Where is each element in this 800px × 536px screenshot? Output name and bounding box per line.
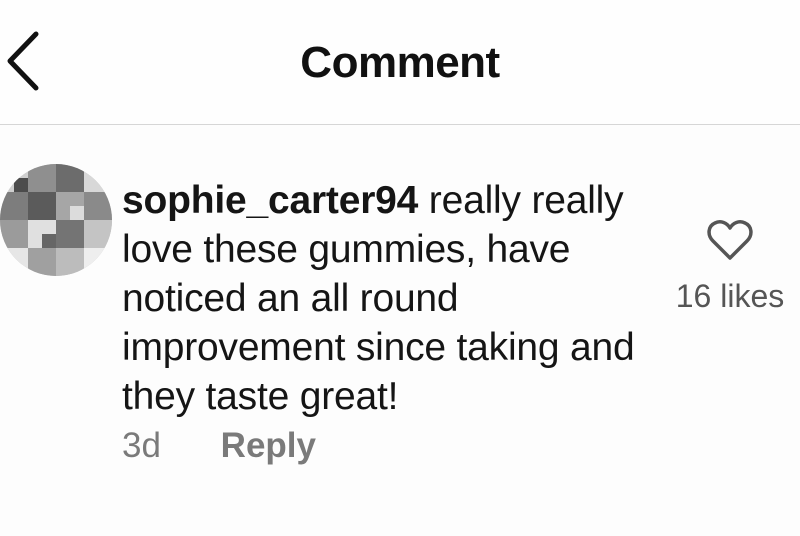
page-title: Comment xyxy=(300,38,500,87)
avatar[interactable] xyxy=(0,164,112,276)
comment-item: sophie_carter94 really really love these… xyxy=(0,124,800,536)
comment-text-block: sophie_carter94 really really love these… xyxy=(122,176,662,421)
comment-username[interactable]: sophie_carter94 xyxy=(122,179,418,222)
comment-meta: 3d Reply xyxy=(122,426,316,466)
like-count[interactable]: 16 likes xyxy=(660,278,800,315)
heart-outline-icon[interactable] xyxy=(706,218,754,262)
reply-button[interactable]: Reply xyxy=(221,426,316,466)
comment-time: 3d xyxy=(122,426,161,465)
header-bar: Comment xyxy=(0,0,800,125)
like-area: 16 likes xyxy=(660,218,800,315)
pixelated-avatar-image xyxy=(0,164,112,276)
comment-screen: Comment sophie_carter94 really really lo… xyxy=(0,0,800,536)
